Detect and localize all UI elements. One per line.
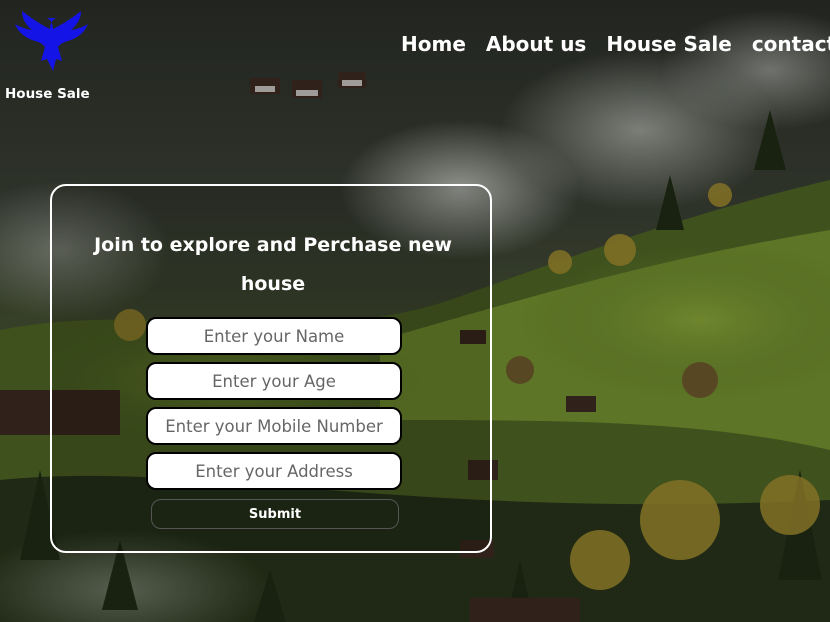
logo[interactable] <box>4 10 90 74</box>
submit-button[interactable]: Submit <box>151 499 399 529</box>
address-input[interactable] <box>146 452 402 490</box>
name-input[interactable] <box>146 317 402 355</box>
signup-form-card: Join to explore and Perchase new house S… <box>50 184 492 553</box>
age-input[interactable] <box>146 362 402 400</box>
brand-name: House Sale <box>5 86 90 102</box>
form-title: Join to explore and Perchase new house <box>94 234 452 295</box>
nav-contact[interactable]: contact <box>752 32 830 56</box>
nav-home[interactable]: Home <box>401 32 466 56</box>
nav-house-sale[interactable]: House Sale <box>606 32 731 56</box>
mobile-number-input[interactable] <box>146 407 402 445</box>
main-nav: Home About us House Sale contact <box>401 32 830 62</box>
eagle-icon <box>15 11 88 71</box>
nav-about-us[interactable]: About us <box>486 32 586 56</box>
